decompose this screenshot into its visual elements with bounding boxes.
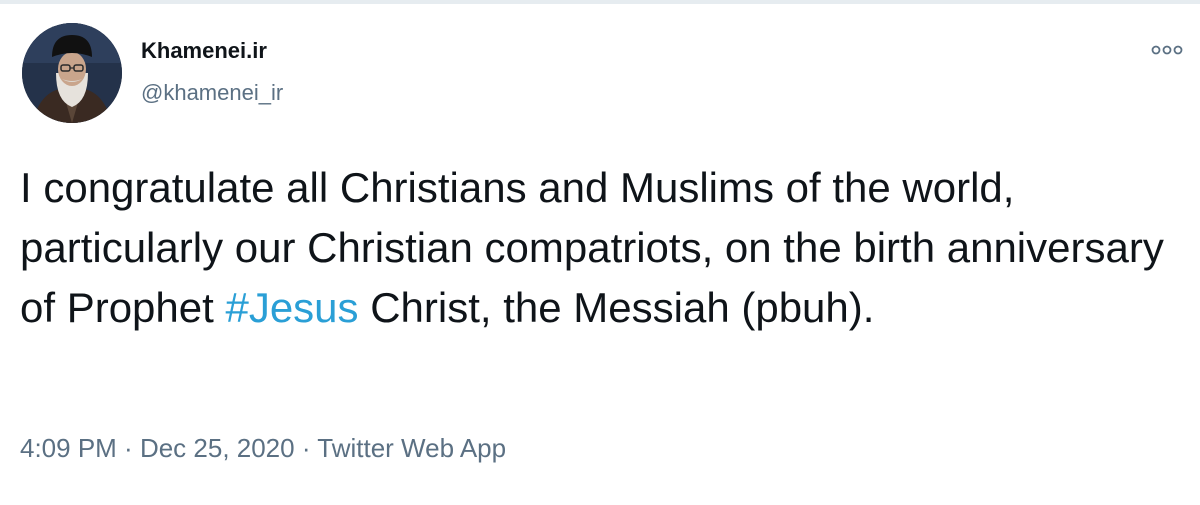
tweet-text-part2: Christ, the Messiah (pbuh). (358, 284, 875, 331)
tweet-time[interactable]: 4:09 PM (20, 433, 117, 463)
hashtag-link[interactable]: #Jesus (225, 284, 358, 331)
author-name[interactable]: Khamenei.ir (141, 38, 267, 64)
meta-separator: · (116, 433, 140, 463)
author-avatar[interactable] (22, 23, 122, 123)
avatar-portrait-icon (22, 23, 122, 123)
tweet-text: I congratulate all Christians and Muslim… (20, 158, 1185, 338)
meta-separator: · (294, 433, 318, 463)
more-options-icon[interactable] (1150, 40, 1184, 60)
tweet-card: Khamenei.ir @khamenei_ir I congratulate … (0, 0, 1200, 505)
tweet-source[interactable]: Twitter Web App (317, 433, 506, 463)
tweet-metadata: 4:09 PM · Dec 25, 2020 · Twitter Web App (20, 433, 506, 464)
author-handle[interactable]: @khamenei_ir (141, 80, 283, 106)
tweet-date[interactable]: Dec 25, 2020 (140, 433, 295, 463)
